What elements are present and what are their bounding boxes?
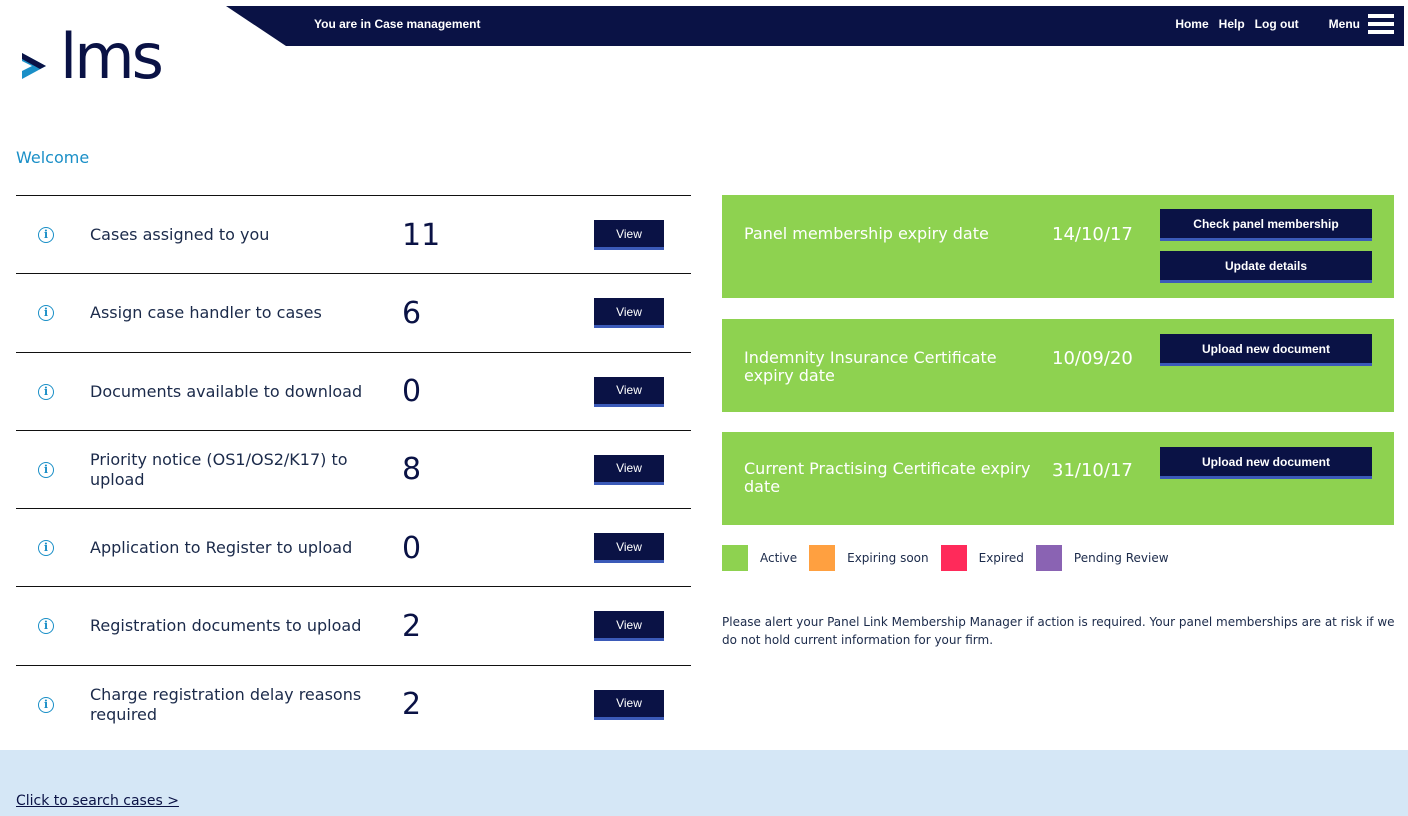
view-button[interactable]: View — [594, 220, 664, 250]
welcome-heading: Welcome — [16, 148, 90, 167]
update-details-button[interactable]: Update details — [1160, 251, 1372, 283]
view-button[interactable]: View — [594, 533, 664, 564]
task-row-registration-documents: i Registration documents to upload 2 Vie… — [16, 586, 691, 664]
menu-label[interactable]: Menu — [1329, 17, 1360, 31]
task-row-assign-handler: i Assign case handler to cases 6 View — [16, 273, 691, 351]
info-icon[interactable]: i — [38, 618, 54, 635]
logo-text: lms — [60, 20, 164, 93]
status-legend: Active Expiring soon Expired Pending Rev… — [722, 545, 1181, 571]
legend-swatch-expired — [940, 545, 967, 571]
info-icon[interactable]: i — [38, 696, 54, 713]
check-panel-membership-button[interactable]: Check panel membership — [1160, 209, 1372, 241]
legend-swatch-active — [722, 545, 748, 571]
task-label: Assign case handler to cases — [90, 303, 322, 323]
nav-home-link[interactable]: Home — [1175, 17, 1208, 31]
task-count: 2 — [402, 608, 422, 644]
task-count: 11 — [402, 217, 441, 253]
info-icon[interactable]: i — [38, 461, 54, 478]
view-button[interactable]: View — [594, 689, 664, 720]
task-row-priority-notice: i Priority notice (OS1/OS2/K17) to uploa… — [16, 429, 691, 508]
task-count: 2 — [402, 687, 422, 723]
task-count: 0 — [402, 530, 422, 566]
task-row-charge-delay: i Charge registration delay reasons requ… — [16, 664, 691, 743]
info-icon[interactable]: i — [38, 305, 54, 322]
view-button[interactable]: View — [594, 376, 664, 407]
legend-label-expiring: Expiring soon — [847, 551, 929, 565]
task-label: Registration documents to upload — [90, 616, 362, 636]
card-date: 10/09/20 — [1052, 348, 1133, 369]
card-date: 31/10/17 — [1052, 460, 1133, 481]
view-button[interactable]: View — [594, 298, 664, 329]
search-cases-link[interactable]: Click to search cases > — [16, 793, 179, 809]
indemnity-insurance-card: Indemnity Insurance Certificate expiry d… — [722, 319, 1394, 412]
card-title: Indemnity Insurance Certificate expiry d… — [744, 348, 997, 385]
info-icon[interactable]: i — [38, 227, 54, 243]
footer: Click to search cases > — [0, 750, 1408, 816]
legend-label-pending: Pending Review — [1073, 551, 1169, 565]
alert-message: Please alert your Panel Link Membership … — [722, 615, 1395, 647]
hamburger-menu-icon[interactable] — [1368, 11, 1394, 35]
task-label: Cases assigned to you — [90, 225, 270, 244]
lms-logo-mark-icon — [22, 53, 46, 79]
card-title: Current Practising Certificate expiry da… — [744, 459, 1031, 496]
task-count: 8 — [402, 452, 422, 488]
task-label: Application to Register to upload — [90, 538, 353, 558]
task-row-documents-download: i Documents available to download 0 View — [16, 351, 691, 430]
top-bar: You are in Case management Home Help Log… — [226, 6, 1404, 46]
current-location: You are in Case management — [314, 17, 481, 31]
legend-label-expired: Expired — [978, 551, 1024, 565]
top-nav: Home Help Log out Menu — [1175, 14, 1404, 41]
nav-help-link[interactable]: Help — [1219, 17, 1245, 31]
legend-swatch-expiring — [809, 545, 836, 571]
view-button[interactable]: View — [594, 454, 664, 485]
upload-new-document-button[interactable]: Upload new document — [1160, 447, 1372, 479]
task-row-cases-assigned: i Cases assigned to you 11 View — [16, 195, 691, 273]
task-list: i Cases assigned to you 11 View i Assign… — [16, 195, 691, 743]
legend-swatch-pending — [1035, 545, 1062, 571]
task-count: 0 — [402, 374, 422, 410]
task-row-application-register: i Application to Register to upload 0 Vi… — [16, 508, 691, 586]
lms-logo[interactable]: lms — [16, 20, 164, 93]
card-title: Panel membership expiry date — [744, 224, 989, 243]
practising-certificate-card: Current Practising Certificate expiry da… — [722, 432, 1394, 525]
view-button[interactable]: View — [594, 611, 664, 642]
info-icon[interactable]: i — [38, 383, 54, 400]
card-date: 14/10/17 — [1052, 224, 1133, 245]
task-label: Charge registration delay reasons requir… — [90, 684, 362, 724]
nav-logout-link[interactable]: Log out — [1255, 17, 1299, 31]
legend-label-active: Active — [760, 551, 798, 565]
task-label: Priority notice (OS1/OS2/K17) to upload — [90, 449, 348, 489]
task-label: Documents available to download — [90, 381, 363, 401]
info-icon[interactable]: i — [38, 540, 54, 557]
upload-new-document-button[interactable]: Upload new document — [1160, 334, 1372, 366]
panel-membership-card: Panel membership expiry date 14/10/17 Ch… — [722, 195, 1394, 298]
task-count: 6 — [402, 295, 422, 331]
